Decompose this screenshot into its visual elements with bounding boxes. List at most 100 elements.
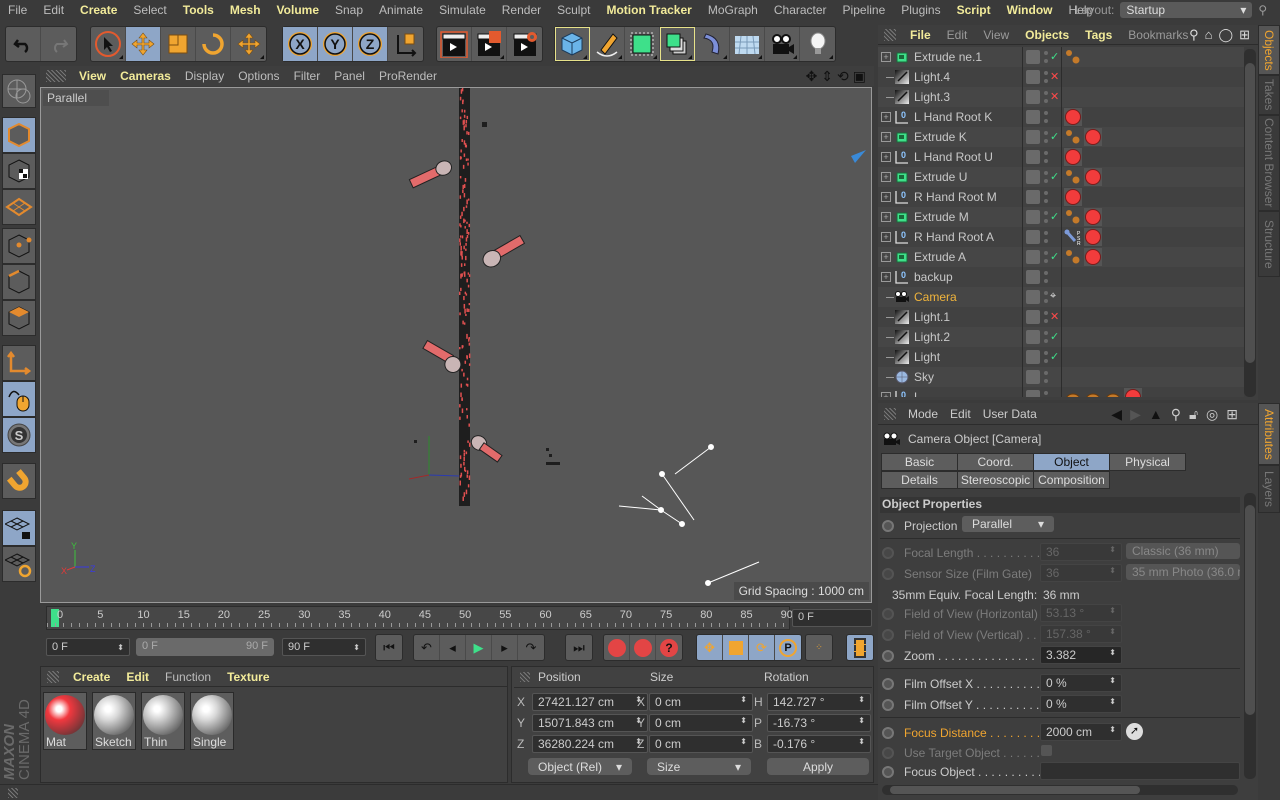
object-row[interactable]: + Extrude U ✓ (878, 167, 1244, 187)
target-icon[interactable]: ⌖ (1050, 290, 1056, 303)
phong-tag-icon[interactable] (1064, 128, 1082, 146)
new-panel-icon[interactable]: ⊞ (1226, 406, 1238, 423)
attr-tab-coord[interactable]: Coord. (957, 453, 1034, 471)
menu-render[interactable]: Render (494, 3, 549, 17)
render-visibility-dot[interactable] (1044, 99, 1048, 103)
make-editable-button[interactable] (2, 74, 36, 108)
keyframe-selection-button[interactable]: ? (656, 635, 682, 660)
start-frame-field[interactable]: 0 F ⬍ (46, 638, 130, 656)
attr-tab-basic[interactable]: Basic (881, 453, 958, 471)
object-row[interactable]: + Extrude ne.1 ✓ (878, 47, 1244, 67)
film-offset-x-field[interactable]: 0 % ⬍ (1040, 674, 1122, 692)
layer-visibility-icon[interactable] (1026, 330, 1040, 344)
x-axis-lock-button[interactable]: X (283, 27, 318, 61)
object-menu-objects[interactable]: Objects (1017, 28, 1077, 42)
go-to-end-button[interactable]: ⏭ (566, 635, 592, 660)
object-row[interactable]: Light.3 ✕ (878, 87, 1244, 107)
fov-horizontal-field[interactable]: 53.13 ° ⬍ (1040, 604, 1122, 622)
points-mode-button[interactable] (2, 228, 36, 264)
position-field[interactable]: 15071.843 cm ⬍ (532, 714, 648, 732)
model-mode-button[interactable] (2, 117, 36, 153)
render-visibility-dot[interactable] (1044, 239, 1048, 243)
editor-visibility-dot[interactable] (1044, 371, 1048, 375)
live-selection-button[interactable] (91, 27, 126, 61)
pen-spline-button[interactable] (590, 27, 625, 61)
sensor-size-field[interactable]: 36 ⬍ (1040, 564, 1122, 582)
object-row[interactable]: + Extrude M ✓ (878, 207, 1244, 227)
menu-animate[interactable]: Animate (371, 3, 431, 17)
timeline-ruler[interactable]: 0 5 10 15 20 25 30 35 40 45 50 55 60 65 70 75 80 85 90 (46, 606, 793, 630)
floor-button[interactable] (730, 27, 765, 61)
material-tag-icon[interactable] (1084, 128, 1102, 146)
editor-visibility-dot[interactable] (1044, 171, 1048, 175)
menu-tools[interactable]: Tools (175, 3, 222, 17)
rotate-tool-button[interactable] (196, 27, 231, 61)
redo-button[interactable] (41, 27, 76, 61)
position-field[interactable]: 27421.127 cm ⬍ (532, 693, 648, 711)
attr-tab-details[interactable]: Details (881, 471, 958, 489)
layer-visibility-icon[interactable] (1026, 90, 1040, 104)
scrollbar-thumb[interactable] (1245, 505, 1255, 715)
layer-visibility-icon[interactable] (1026, 210, 1040, 224)
cloner-button[interactable] (660, 27, 695, 61)
render-view-button[interactable] (437, 27, 472, 61)
search-icon[interactable]: ⚲ (1171, 406, 1181, 423)
object-menu-tags[interactable]: Tags (1077, 28, 1120, 42)
rotation-field[interactable]: -0.176 ° ⬍ (767, 735, 871, 753)
scrollbar-thumb[interactable] (1245, 63, 1255, 363)
phong-tag-icon[interactable] (1064, 168, 1082, 186)
layer-visibility-icon[interactable] (1026, 50, 1040, 64)
object-row[interactable]: Light ✓ (878, 347, 1244, 367)
expand-icon[interactable]: + (881, 152, 891, 162)
render-visibility-dot[interactable] (1044, 359, 1048, 363)
layer-visibility-icon[interactable] (1026, 130, 1040, 144)
render-visibility-dot[interactable] (1044, 259, 1048, 263)
render-visibility-dot[interactable] (1044, 179, 1048, 183)
render-visibility-dot[interactable] (1044, 199, 1048, 203)
pan-view-icon[interactable]: ✥ (806, 68, 818, 85)
polygons-mode-button[interactable] (2, 300, 36, 336)
rotation-field[interactable]: 142.727 ° ⬍ (767, 693, 871, 711)
film-offset-y-field[interactable]: 0 % ⬍ (1040, 695, 1122, 713)
object-row[interactable]: Sky (878, 367, 1244, 387)
expand-icon[interactable]: + (881, 52, 891, 62)
lock-icon[interactable]: 🔓︎ (1189, 406, 1198, 423)
render-settings-button[interactable] (507, 27, 542, 61)
coordinate-system-button[interactable] (388, 27, 423, 61)
object-row[interactable]: + Extrude A ✓ (878, 247, 1244, 267)
material-tag-icon[interactable] (1124, 388, 1142, 397)
key-pla-button[interactable]: ⁘ (806, 635, 832, 660)
menu-volume[interactable]: Volume (269, 3, 327, 17)
object-row[interactable]: +0 L... (878, 387, 1244, 397)
editor-visibility-dot[interactable] (1044, 351, 1048, 355)
forward-arrow-icon[interactable]: ▶ (1130, 406, 1141, 423)
workplane-mode-button[interactable] (2, 189, 36, 225)
editor-visibility-dot[interactable] (1044, 311, 1048, 315)
rotation-field[interactable]: -16.73 ° ⬍ (767, 714, 871, 732)
render-visibility-dot[interactable] (1044, 319, 1048, 323)
layer-visibility-icon[interactable] (1026, 110, 1040, 124)
material-swatch[interactable]: Mat (43, 692, 87, 750)
expand-icon[interactable]: + (881, 132, 891, 142)
disabled-cross-icon[interactable]: ✕ (1050, 90, 1059, 103)
object-row[interactable]: Camera ⌖ (878, 287, 1244, 307)
next-key-button[interactable]: ↷ (518, 635, 544, 660)
render-visibility-dot[interactable] (1044, 159, 1048, 163)
eye-icon[interactable]: ◯ (1219, 27, 1234, 43)
animate-radio[interactable] (882, 650, 894, 662)
layout-dropdown[interactable]: Startup ▾ (1120, 2, 1253, 18)
scale-tool-button[interactable] (161, 27, 196, 61)
layer-visibility-icon[interactable] (1026, 370, 1040, 384)
viewport-menu-filter[interactable]: Filter (287, 69, 328, 83)
side-tab-layers[interactable]: Layers (1258, 465, 1280, 513)
viewport-menu-display[interactable]: Display (178, 69, 231, 83)
object-row[interactable]: +0 R Hand Root M (878, 187, 1244, 207)
enabled-check-icon[interactable]: ✓ (1050, 250, 1059, 263)
editor-visibility-dot[interactable] (1044, 91, 1048, 95)
attr-menu-user-data[interactable]: User Data (977, 407, 1043, 421)
menu-plugins[interactable]: Plugins (893, 3, 948, 17)
enabled-check-icon[interactable]: ✓ (1050, 330, 1059, 343)
attr-tab-physical[interactable]: Physical (1109, 453, 1186, 471)
animate-radio[interactable] (882, 727, 894, 739)
disabled-cross-icon[interactable]: ✕ (1050, 70, 1059, 83)
